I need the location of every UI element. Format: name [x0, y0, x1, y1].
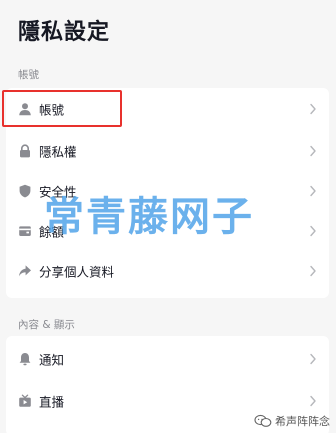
source-mark-label: 希声阵阵念 [275, 415, 330, 428]
live-tv-icon [18, 394, 32, 408]
chat-bubble-icon [254, 414, 272, 427]
settings-row-label: 通知 [39, 352, 65, 367]
watermark-text: 常青藤网子 [44, 194, 254, 240]
shield-icon [18, 184, 32, 198]
chevron-right-icon [309, 265, 317, 277]
settings-row-label: 分享個人資料 [39, 264, 115, 279]
settings-row-notifications[interactable]: 通知 [6, 342, 329, 375]
chevron-right-icon [309, 353, 317, 365]
chevron-right-icon [309, 185, 317, 197]
highlight-box [2, 90, 122, 127]
chevron-right-icon [309, 103, 317, 115]
chevron-right-icon [309, 395, 317, 407]
bell-icon [18, 352, 32, 366]
settings-row-share-profile[interactable]: 分享個人資料 [6, 254, 329, 287]
chevron-right-icon [309, 225, 317, 237]
settings-row-privacy[interactable]: 隱私權 [6, 134, 329, 167]
share-arrow-icon [18, 264, 32, 278]
settings-row-label: 隱私權 [39, 144, 77, 159]
wallet-icon [18, 224, 32, 238]
page-title: 隱私設定 [18, 20, 111, 45]
settings-row-label: 直播 [39, 394, 65, 409]
section-label-account: 帳號 [18, 69, 39, 81]
section-label-content-display: 內容 & 顯示 [18, 319, 75, 331]
chevron-right-icon [309, 145, 317, 157]
source-mark: 希声阵阵念 [254, 413, 330, 429]
lock-icon [18, 143, 32, 158]
